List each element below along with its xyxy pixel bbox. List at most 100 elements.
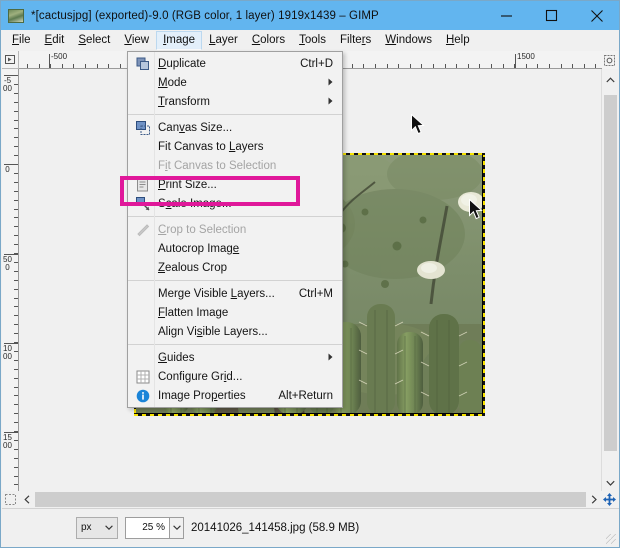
- menu-item-fit-canvas-to-layers[interactable]: Fit Canvas to Layers: [128, 137, 342, 156]
- menu-item-label: Guides: [158, 352, 194, 364]
- menu-separator: [128, 114, 342, 115]
- menu-item-guides[interactable]: Guides: [128, 348, 342, 367]
- menu-view[interactable]: View: [117, 31, 156, 50]
- ruler-tick: [456, 64, 457, 68]
- menu-item-label: Transform: [158, 96, 210, 108]
- unit-select[interactable]: px: [76, 517, 118, 539]
- ruler-tick: [14, 209, 18, 210]
- menu-item-label: Duplicate: [158, 58, 206, 70]
- menu-item-merge-visible-layers[interactable]: Merge Visible Layers...Ctrl+M: [128, 284, 342, 303]
- ruler-tick: [39, 64, 40, 68]
- menu-item-mode[interactable]: Mode: [128, 73, 342, 92]
- image-thumbnail-icon: [8, 9, 24, 23]
- info-icon: [136, 389, 150, 403]
- menu-item-scale-image[interactable]: Scale Image...: [128, 194, 342, 213]
- ruler-tick: [14, 146, 18, 147]
- vertical-scrollbar-thumb[interactable]: [604, 95, 617, 451]
- ruler-tick: [572, 64, 573, 68]
- horizontal-scrollbar[interactable]: [19, 491, 602, 508]
- vertical-scrollbar[interactable]: [601, 69, 618, 493]
- ruler-tick: [433, 64, 434, 68]
- zoom-input-value: 25 %: [142, 522, 165, 533]
- ruler-tick: [584, 64, 585, 68]
- canvas-size-icon: [136, 121, 150, 135]
- ruler-tick: [398, 64, 399, 68]
- menu-item-label: Scale Image...: [158, 198, 232, 210]
- menu-select[interactable]: Select: [71, 31, 117, 50]
- menu-item-label: Canvas Size...: [158, 122, 232, 134]
- menu-item-print-size[interactable]: Print Size...: [128, 175, 342, 194]
- ruler-tick: [352, 64, 353, 68]
- grid-icon: [136, 370, 150, 384]
- ruler-tick: [14, 298, 18, 299]
- minimize-icon[interactable]: [484, 1, 529, 30]
- ruler-tick: [14, 217, 18, 218]
- image-menu-dropdown[interactable]: DuplicateCtrl+DMode Transform Canvas Size.…: [127, 51, 343, 408]
- vertical-ruler[interactable]: -500050010001500: [2, 69, 19, 493]
- menu-item-image-properties[interactable]: Image PropertiesAlt+Return: [128, 386, 342, 405]
- ruler-tick: [14, 111, 18, 112]
- menu-item-zealous-crop[interactable]: Zealous Crop: [128, 258, 342, 277]
- ruler-tick: [445, 64, 446, 68]
- resize-grip[interactable]: [606, 534, 616, 544]
- zoom-input[interactable]: 25 %: [125, 517, 170, 539]
- zoom-dropdown-button[interactable]: [170, 517, 184, 539]
- ruler-tick: [363, 64, 364, 68]
- ruler-tick: [410, 64, 411, 68]
- menu-item-label: Zealous Crop: [158, 262, 227, 274]
- menu-item-autocrop-image[interactable]: Autocrop Image: [128, 239, 342, 258]
- gimp-window: *[cactusjpg] (exported)-9.0 (RGB color, …: [0, 0, 620, 548]
- ruler-tick: [14, 440, 18, 441]
- ruler-tick: [14, 200, 18, 201]
- menu-tools[interactable]: Tools: [292, 31, 333, 50]
- ruler-tick: [14, 476, 18, 477]
- menu-image[interactable]: Image: [156, 31, 202, 50]
- menu-help[interactable]: Help: [439, 31, 477, 50]
- chevron-right-icon[interactable]: [586, 491, 602, 508]
- ruler-tick: [387, 64, 388, 68]
- title-bar[interactable]: *[cactusjpg] (exported)-9.0 (RGB color, …: [1, 1, 619, 30]
- menu-item-transform[interactable]: Transform: [128, 92, 342, 111]
- menu-edit[interactable]: Edit: [38, 31, 72, 50]
- ruler-tick: [14, 235, 18, 236]
- zoom-image-icon[interactable]: [601, 51, 618, 69]
- menu-layer[interactable]: Layer: [202, 31, 245, 50]
- mouse-cursor-secondary: [469, 199, 485, 226]
- menu-item-label: Align Visible Layers...: [158, 326, 268, 338]
- unit-select-value: px: [81, 522, 92, 533]
- close-icon[interactable]: [574, 1, 619, 30]
- chevron-down-icon[interactable]: [602, 474, 619, 491]
- submenu-arrow-icon: [328, 353, 333, 363]
- menu-item-label: Print Size...: [158, 179, 217, 191]
- menu-colors[interactable]: Colors: [245, 31, 292, 50]
- menu-item-duplicate[interactable]: DuplicateCtrl+D: [128, 54, 342, 73]
- horizontal-scrollbar-thumb[interactable]: [35, 492, 586, 507]
- window-controls: [484, 1, 619, 30]
- menu-item-align-visible-layers[interactable]: Align Visible Layers...: [128, 322, 342, 341]
- ruler-tick: [14, 84, 18, 85]
- ruler-label: 1500: [517, 52, 535, 61]
- ruler-unit-corner[interactable]: [2, 51, 19, 69]
- ruler-tick: [14, 387, 18, 388]
- ruler-tick: [14, 413, 18, 414]
- chevron-up-icon[interactable]: [602, 71, 619, 88]
- chevron-left-icon[interactable]: [19, 491, 35, 508]
- print-size-icon: [136, 178, 150, 192]
- ruler-tick: [14, 120, 18, 121]
- ruler-tick: [14, 244, 18, 245]
- menu-item-flatten-image[interactable]: Flatten Image: [128, 303, 342, 322]
- menu-filters[interactable]: Filters: [333, 31, 378, 50]
- navigation-move-icon[interactable]: [601, 491, 618, 508]
- menu-file[interactable]: File: [5, 31, 38, 50]
- ruler-label: -500: [51, 52, 67, 61]
- menu-item-configure-grid[interactable]: Configure Grid...: [128, 367, 342, 386]
- window-title: *[cactusjpg] (exported)-9.0 (RGB color, …: [31, 10, 379, 22]
- menu-item-label: Fit Canvas to Selection: [158, 160, 276, 172]
- menu-item-canvas-size[interactable]: Canvas Size...: [128, 118, 342, 137]
- menu-separator: [128, 280, 342, 281]
- menu-windows[interactable]: Windows: [378, 31, 439, 50]
- maximize-icon[interactable]: [529, 1, 574, 30]
- chevron-down-icon: [105, 525, 113, 530]
- crop-icon: [136, 223, 150, 237]
- quick-mask-icon[interactable]: [2, 491, 19, 508]
